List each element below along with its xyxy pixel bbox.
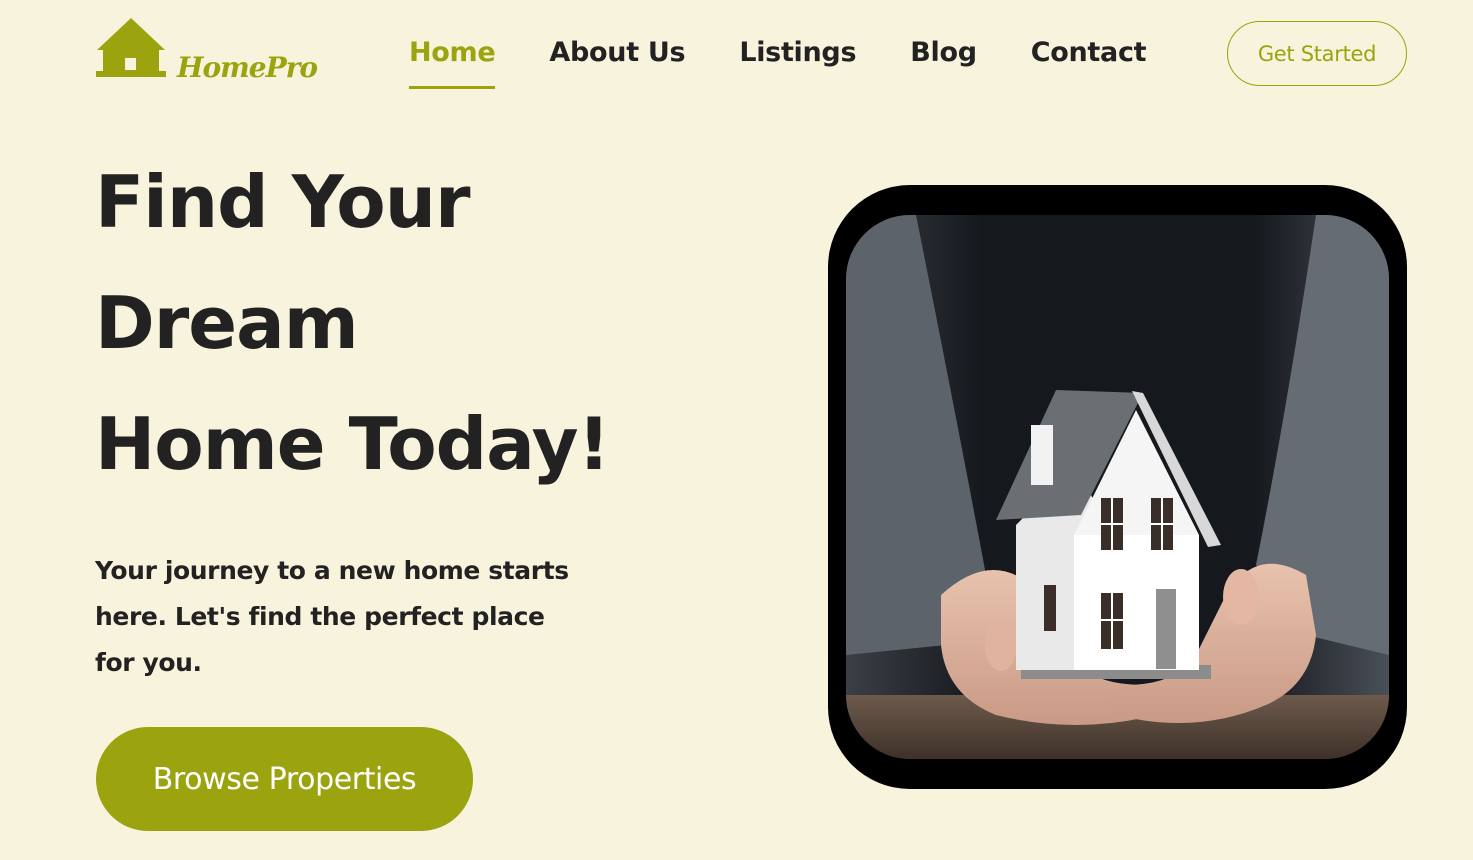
get-started-button[interactable]: Get Started xyxy=(1227,21,1407,86)
hero-title-line-1: Find Your xyxy=(95,160,470,244)
nav-link-blog[interactable]: Blog xyxy=(910,34,977,89)
main-nav: Home About Us Listings Blog Contact xyxy=(409,34,1147,89)
nav-link-home[interactable]: Home xyxy=(409,34,496,89)
hero-title-line-3: Home Today! xyxy=(95,402,610,486)
nav-link-listings[interactable]: Listings xyxy=(739,34,856,89)
hero-title: Find Your Dream Home Today! xyxy=(95,142,715,505)
nav-link-about-us[interactable]: About Us xyxy=(549,34,685,89)
hero-subtitle: Your journey to a new home starts here. … xyxy=(95,556,569,677)
hero-image-frame xyxy=(828,185,1407,789)
browse-properties-button[interactable]: Browse Properties xyxy=(96,727,473,831)
brand-logo[interactable]: HomePro xyxy=(95,16,318,84)
landing-page: HomePro Home About Us Listings Blog Cont… xyxy=(0,0,1473,860)
hero-title-line-2: Dream xyxy=(95,281,359,365)
brand-name: HomePro xyxy=(177,51,318,84)
house-icon xyxy=(96,18,166,77)
nav-link-contact[interactable]: Contact xyxy=(1031,34,1147,89)
hero-image xyxy=(846,215,1389,759)
hands-holding-house-image xyxy=(846,215,1389,759)
